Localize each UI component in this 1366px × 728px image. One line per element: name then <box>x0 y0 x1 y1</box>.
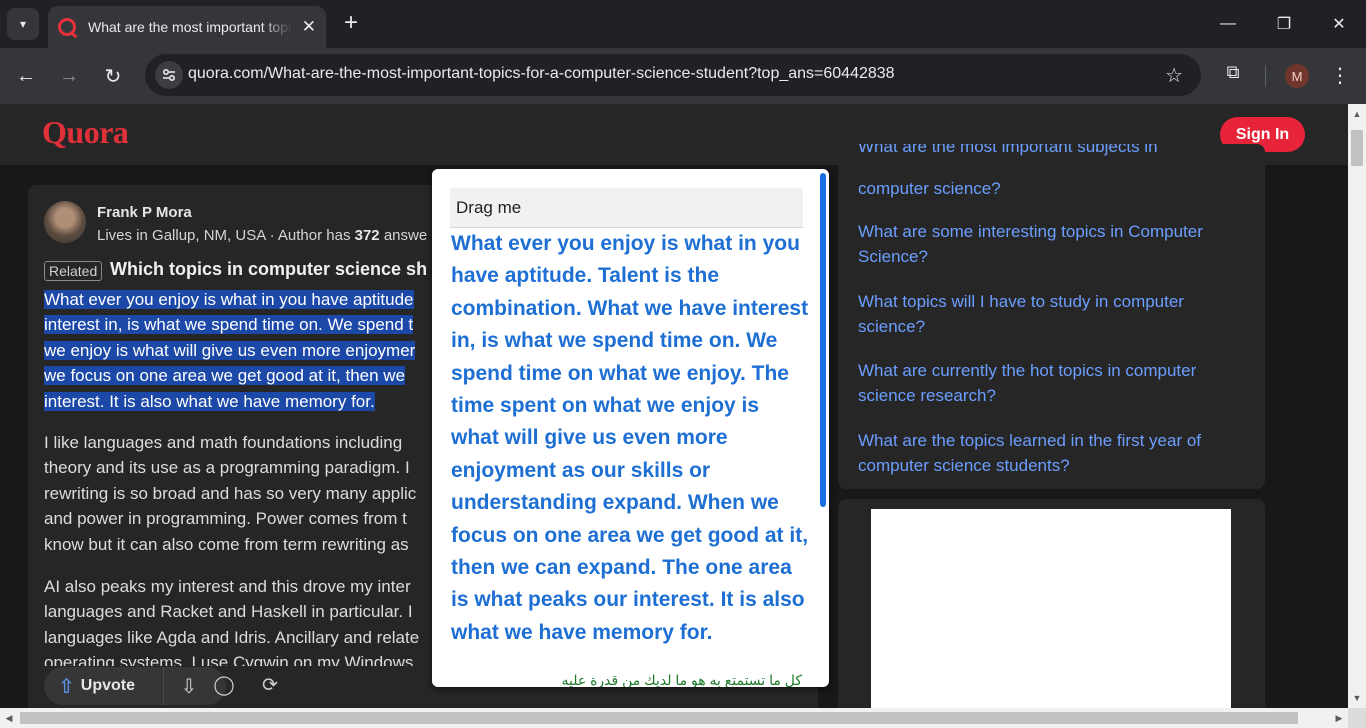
minimize-button[interactable]: — <box>1208 8 1248 40</box>
credential-suffix: answe <box>379 227 428 244</box>
related-question-link[interactable]: computer science? <box>858 176 1238 201</box>
tab-search-button[interactable]: ▾ <box>7 8 39 40</box>
related-question-title[interactable]: Which topics in computer science sh <box>110 259 427 280</box>
paragraph-line: know but it can also come from term rewr… <box>44 534 409 554</box>
paragraph-line: I like languages and math foundations in… <box>44 433 403 452</box>
paragraph-line: and power in programming. Power comes fr… <box>44 509 407 529</box>
paragraph-line: languages and Racket and Haskell in part… <box>44 602 413 622</box>
scroll-up-icon[interactable]: ▲ <box>1348 106 1366 122</box>
forward-button[interactable]: → <box>53 60 85 92</box>
bookmark-star-icon[interactable]: ☆ <box>1165 63 1183 88</box>
toolbar-divider <box>1265 65 1266 87</box>
close-window-button[interactable]: ✕ <box>1319 8 1359 40</box>
related-question-link[interactable]: What are currently the hot topics in com… <box>858 358 1238 408</box>
upvote-label: Upvote <box>80 677 135 694</box>
site-info-icon[interactable] <box>155 61 183 89</box>
reload-button[interactable]: ↻ <box>97 60 129 92</box>
author-credential: Lives in Gallup, NM, USA · Author has 37… <box>97 227 427 244</box>
tab-close-icon[interactable]: ✕ <box>302 17 316 37</box>
downvote-button[interactable]: ⇩ <box>164 674 214 699</box>
author-name[interactable]: Frank P Mora <box>97 204 192 221</box>
related-badge: Related <box>44 261 103 281</box>
scroll-left-icon[interactable]: ◀ <box>0 708 18 728</box>
related-question-link-partial[interactable]: What are the most important subjects in <box>858 144 1238 159</box>
answer-paragraph-3: AI also peaks my interest and this drove… <box>44 574 419 676</box>
highlighted-line: we focus on one area we get good at it, … <box>44 366 406 386</box>
paragraph-line: AI also peaks my interest and this drove… <box>44 577 411 596</box>
highlighted-line: interest. It is also what we have memory… <box>44 391 375 411</box>
vote-pill: ⇧ Upvote ⇩ <box>44 667 226 705</box>
url-text: quora.com/What-are-the-most-important-to… <box>188 65 895 82</box>
answer-paragraph-highlighted: What ever you enjoy is what in you have … <box>44 287 416 414</box>
paragraph-line: rewriting is so broad and has so very ma… <box>44 483 417 503</box>
popup-text: What ever you enjoy is what in you have … <box>451 232 809 644</box>
comment-icon[interactable]: ◯ <box>211 674 237 700</box>
highlighted-line: we enjoy is what will give us even more … <box>44 340 416 360</box>
vertical-scroll-thumb[interactable] <box>1351 130 1363 166</box>
paragraph-line: languages like Agda and Idris. Ancillary… <box>44 627 420 647</box>
related-questions-card: What are the most important subjects in … <box>838 144 1265 489</box>
paragraph-line: theory and its use as a programming para… <box>44 458 410 478</box>
browser-toolbar: ← → ↻ quora.com/What-are-the-most-import… <box>0 48 1366 104</box>
popup-scrollbar[interactable] <box>820 173 826 507</box>
horizontal-scroll-thumb[interactable] <box>20 712 1298 724</box>
highlighted-line: What ever you enjoy is what in you have … <box>44 290 414 309</box>
browser-tab-active[interactable]: What are the most important topics for a… <box>48 6 326 48</box>
extensions-icon[interactable]: ⧉ <box>1221 60 1245 84</box>
tune-icon <box>162 68 176 82</box>
scroll-right-icon[interactable]: ▶ <box>1330 708 1348 728</box>
vertical-scrollbar[interactable]: ▲ ▼ <box>1348 104 1366 708</box>
popup-footer-text: كل ما تستمتع به هو ما لديك من قدرة عليه <box>561 672 802 687</box>
scroll-down-icon[interactable]: ▼ <box>1348 690 1366 706</box>
downvote-arrow-icon: ⇩ <box>180 675 198 698</box>
floating-text-popup[interactable]: Drag me What ever you enjoy is what in y… <box>432 169 829 687</box>
related-question-link[interactable]: What are the topics learned in the first… <box>858 428 1238 478</box>
ad-placeholder[interactable] <box>871 509 1231 708</box>
author-avatar[interactable] <box>44 201 86 243</box>
share-icon[interactable]: ⟳ <box>257 674 283 700</box>
drag-handle[interactable]: Drag me <box>450 188 803 228</box>
chevron-down-icon: ▾ <box>19 17 27 31</box>
related-question-link[interactable]: What are some interesting topics in Comp… <box>858 219 1238 269</box>
ad-card <box>838 499 1265 708</box>
quora-favicon-icon <box>58 18 76 36</box>
answer-paragraph-2: I like languages and math foundations in… <box>44 430 416 557</box>
upvote-button[interactable]: ⇧ Upvote <box>44 667 164 705</box>
restore-button[interactable]: ❐ <box>1264 8 1304 40</box>
quora-logo[interactable]: Quora <box>42 114 129 151</box>
profile-avatar[interactable]: M <box>1285 64 1309 88</box>
back-button[interactable]: ← <box>10 60 42 92</box>
address-bar[interactable]: quora.com/What-are-the-most-important-to… <box>145 54 1201 96</box>
credential-count: 372 <box>354 227 380 244</box>
highlighted-line: interest in, is what we spend time on. W… <box>44 315 414 335</box>
horizontal-scrollbar[interactable]: ◀ ▶ <box>0 708 1348 728</box>
scrollbar-corner <box>1348 708 1366 728</box>
upvote-arrow-icon: ⇧ <box>58 675 75 698</box>
browser-menu-icon[interactable]: ⋮ <box>1328 62 1352 90</box>
tab-title: What are the most important topics for a… <box>88 19 292 35</box>
new-tab-button[interactable]: + <box>337 9 365 37</box>
related-question-link[interactable]: What topics will I have to study in comp… <box>858 289 1238 339</box>
credential-prefix: Lives in Gallup, NM, USA · Author has <box>97 227 355 244</box>
tab-strip: ▾ What are the most important topics for… <box>0 0 1366 48</box>
